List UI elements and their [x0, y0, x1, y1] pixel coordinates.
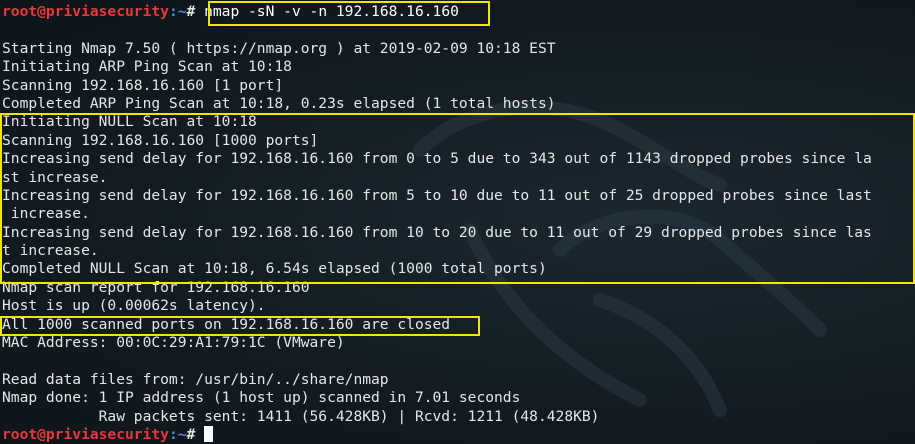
output-line: Completed NULL Scan at 10:18, 6.54s elap… — [2, 260, 547, 278]
output-line: Completed ARP Ping Scan at 10:18, 0.23s … — [2, 94, 556, 112]
output-line: t increase. — [2, 242, 99, 260]
prompt-symbol: # — [186, 3, 205, 20]
prompt-path: :~ — [168, 425, 187, 443]
text-cursor[interactable] — [204, 425, 214, 442]
prompt-user-host: root@priviasecurity — [2, 3, 169, 20]
output-line: st increase. — [2, 168, 108, 186]
output-line: Scanning 192.168.16.160 [1000 ports] — [2, 131, 319, 149]
output-line: Increasing send delay for 192.168.16.160… — [2, 223, 872, 241]
output-line: Host is up (0.00062s latency). — [2, 297, 266, 315]
output-line: increase. — [2, 205, 90, 223]
output-line: Increasing send delay for 192.168.16.160… — [2, 186, 872, 204]
output-line: Starting Nmap 7.50 ( https://nmap.org ) … — [2, 39, 556, 57]
command-text: nmap -sN -v -n 192.168.16.160 — [204, 3, 459, 20]
prompt-user-host: root@priviasecurity — [2, 425, 169, 443]
terminal-window[interactable]: root@priviasecurity:~# nmap -sN -v -n 19… — [0, 0, 915, 444]
prompt-line[interactable]: root@priviasecurity:~# — [2, 425, 914, 444]
output-line: Scanning 192.168.16.160 [1 port] — [2, 76, 284, 94]
command-line: root@priviasecurity:~# nmap -sN -v -n 19… — [2, 3, 914, 21]
output-line: All 1000 scanned ports on 192.168.16.160… — [2, 315, 451, 333]
prompt-path: :~ — [168, 3, 187, 20]
output-line: Initiating ARP Ping Scan at 10:18 — [2, 58, 292, 76]
output-line: MAC Address: 00:0C:29:A1:79:1C (VMware) — [2, 334, 345, 352]
output-line: Read data files from: /usr/bin/../share/… — [2, 370, 389, 388]
output-line: Increasing send delay for 192.168.16.160… — [2, 150, 872, 168]
output-line: Nmap done: 1 IP address (1 host up) scan… — [2, 389, 521, 407]
output-line: Raw packets sent: 1411 (56.428KB) | Rcvd… — [2, 407, 600, 425]
output-line: Initiating NULL Scan at 10:18 — [2, 113, 257, 131]
terminal-output: root@priviasecurity:~# nmap -sN -v -n 19… — [2, 3, 914, 444]
prompt-symbol: # — [186, 425, 205, 443]
output-line: Nmap scan report for 192.168.16.160 — [2, 278, 310, 296]
